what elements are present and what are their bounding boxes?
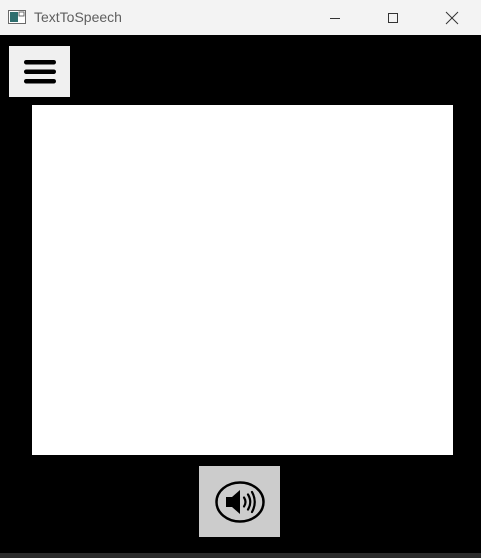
maximize-button[interactable] (370, 0, 416, 35)
menu-button[interactable] (9, 46, 70, 97)
text-input-area[interactable] (32, 105, 453, 455)
window-bottom-edge (0, 553, 481, 558)
minimize-icon (330, 17, 340, 19)
speak-button[interactable] (199, 466, 280, 537)
title-bar[interactable]: TextToSpeech (0, 0, 481, 35)
maximize-icon (388, 12, 398, 23)
minimize-button[interactable] (312, 0, 358, 35)
hamburger-menu-icon (23, 59, 56, 83)
app-window: TextToSpeech (0, 0, 481, 558)
close-icon (445, 11, 459, 24)
speaker-volume-icon (214, 480, 265, 523)
window-title: TextToSpeech (34, 9, 122, 25)
app-icon (8, 9, 26, 25)
close-button[interactable] (429, 0, 475, 35)
